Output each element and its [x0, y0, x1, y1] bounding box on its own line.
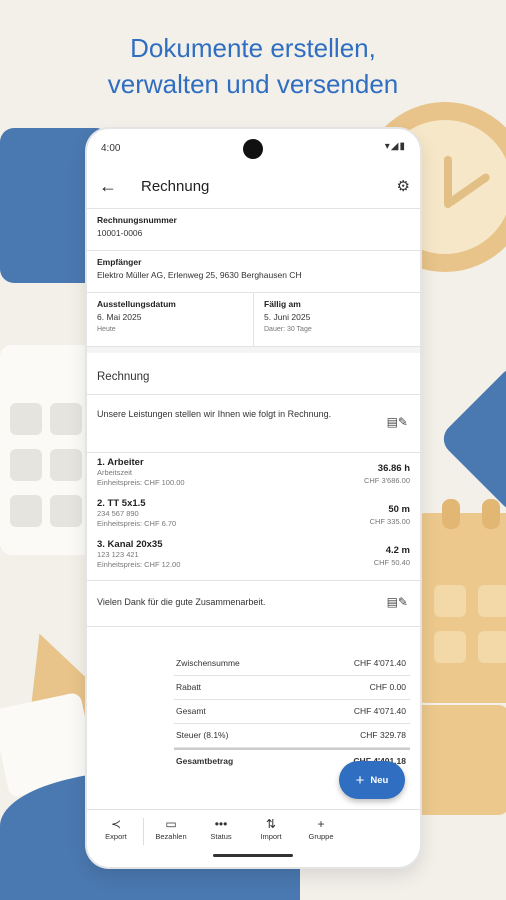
total-label: Rabatt	[176, 682, 202, 692]
item-detail: 123 123 421	[97, 550, 139, 559]
invoice-number-value: 10001-0006	[97, 228, 143, 238]
item-name: 3. Kanal 20x35	[97, 539, 163, 550]
item-quantity: 4.2 m	[385, 545, 410, 556]
gear-icon[interactable]: ⚙	[397, 177, 410, 195]
item-unit-price: Einheitspreis: CHF 6.70	[97, 519, 177, 528]
list-item[interactable]: 1. Arbeiter Arbeitszeit Einheitspreis: C…	[97, 457, 410, 498]
text-edit-icon[interactable]: ▤✎	[387, 415, 408, 430]
tab-status[interactable]: ••• Status	[196, 810, 246, 853]
item-name: 2. TT 5x1.5	[97, 498, 146, 509]
text-edit-icon[interactable]: ▤✎	[387, 595, 408, 609]
status-bar: 4:00 ▾◢▮	[87, 129, 420, 167]
headline-line1: Dokumente erstellen,	[130, 33, 376, 63]
tab-label: Import	[260, 832, 282, 841]
more-icon: •••	[214, 817, 228, 831]
card-icon: ▭	[165, 817, 177, 831]
section-title[interactable]: Rechnung	[87, 347, 420, 395]
import-icon: ⇅	[265, 817, 277, 831]
total-label: Steuer (8.1%)	[176, 730, 229, 740]
decor-blue-diamond	[437, 361, 506, 517]
table-row: Gesamt CHF 4'071.40	[174, 700, 410, 724]
total-value: CHF 4'071.40	[353, 706, 406, 716]
item-quantity: 36.86 h	[377, 463, 410, 474]
intro-text-block[interactable]: Unsere Leistungen stellen wir Ihnen wie …	[87, 395, 420, 453]
camera-cutout	[243, 139, 263, 159]
total-value: CHF 0.00	[369, 682, 406, 692]
issue-date-value: 6. Mai 2025	[97, 312, 142, 322]
item-unit-price: Einheitspreis: CHF 12.00	[97, 560, 181, 569]
decor-gold-calendar	[412, 499, 506, 703]
toolbar-divider	[143, 818, 144, 845]
tab-group[interactable]: + Gruppe	[296, 810, 346, 853]
tab-label: Export	[105, 832, 127, 841]
total-value: CHF 4'071.40	[353, 658, 406, 668]
recipient-label: Empfänger	[97, 257, 142, 267]
totals-table: Zwischensumme CHF 4'071.40 Rabatt CHF 0.…	[174, 652, 410, 772]
item-price: CHF 335.00	[369, 517, 410, 526]
due-date-sub: Dauer: 30 Tage	[264, 326, 312, 333]
share-icon: ≺	[110, 817, 122, 831]
plus-icon: +	[317, 817, 325, 831]
issue-date-label: Ausstellungsdatum	[97, 299, 176, 309]
headline-line2: verwalten und versenden	[107, 69, 399, 99]
decor-calendar	[0, 345, 100, 555]
issue-date-field[interactable]: Ausstellungsdatum 6. Mai 2025 Heute	[87, 293, 253, 346]
item-quantity: 50 m	[388, 504, 410, 515]
plus-icon: +	[355, 771, 365, 789]
table-row: Zwischensumme CHF 4'071.40	[174, 652, 410, 676]
recipient-value: Elektro Müller AG, Erlenweg 25, 9630 Ber…	[97, 270, 302, 280]
app-bar: ← Rechnung ⚙	[87, 167, 420, 209]
list-item[interactable]: 3. Kanal 20x35 123 123 421 Einheitspreis…	[97, 539, 410, 580]
total-label: Gesamtbetrag	[176, 756, 234, 766]
tab-import[interactable]: ⇅ Import	[246, 810, 296, 853]
item-detail: Arbeitszeit	[97, 468, 133, 477]
issue-date-sub: Heute	[97, 326, 116, 333]
item-price: CHF 50.40	[373, 558, 410, 567]
bottom-toolbar: ≺ Export ▭ Bezahlen ••• Status ⇅ Import …	[87, 809, 420, 853]
total-label: Zwischensumme	[176, 658, 240, 668]
status-time: 4:00	[101, 143, 121, 154]
invoice-number-label: Rechnungsnummer	[97, 215, 177, 225]
status-icons: ▾◢▮	[384, 141, 406, 152]
due-date-field[interactable]: Fällig am 5. Juni 2025 Dauer: 30 Tage	[253, 293, 420, 346]
due-date-value: 5. Juni 2025	[264, 312, 311, 322]
arrow-left-icon[interactable]: ←	[99, 176, 117, 197]
tab-export[interactable]: ≺ Export	[91, 810, 141, 853]
item-price: CHF 3'686.00	[363, 476, 410, 485]
headline: Dokumente erstellen, verwalten und verse…	[0, 30, 506, 102]
total-label: Gesamt	[176, 706, 206, 716]
line-items: 1. Arbeiter Arbeitszeit Einheitspreis: C…	[87, 453, 420, 581]
item-detail: 234 567 890	[97, 509, 139, 518]
tab-pay[interactable]: ▭ Bezahlen	[146, 810, 196, 853]
home-indicator	[213, 854, 293, 857]
intro-text: Unsere Leistungen stellen wir Ihnen wie …	[97, 409, 332, 419]
list-item[interactable]: 2. TT 5x1.5 234 567 890 Einheitspreis: C…	[97, 498, 410, 539]
table-row: Rabatt CHF 0.00	[174, 676, 410, 700]
item-unit-price: Einheitspreis: CHF 100.00	[97, 478, 185, 487]
tab-label: Status	[210, 832, 232, 841]
due-date-label: Fällig am	[264, 299, 301, 309]
closing-text-block[interactable]: Vielen Dank für die gute Zusammenarbeit.…	[87, 581, 420, 627]
tab-label: Gruppe	[308, 832, 334, 841]
phone-screen: 4:00 ▾◢▮ ← Rechnung ⚙ Rechnungsnummer 10…	[87, 129, 420, 867]
table-row: Steuer (8.1%) CHF 329.78	[174, 724, 410, 748]
date-row: Ausstellungsdatum 6. Mai 2025 Heute Fäll…	[87, 293, 420, 347]
closing-text: Vielen Dank für die gute Zusammenarbeit.	[97, 597, 266, 607]
tab-label: Bezahlen	[155, 832, 187, 841]
recipient-field[interactable]: Empfänger Elektro Müller AG, Erlenweg 25…	[87, 251, 420, 293]
invoice-number-field[interactable]: Rechnungsnummer 10001-0006	[87, 209, 420, 251]
page-title: Rechnung	[141, 178, 210, 195]
item-name: 1. Arbeiter	[97, 457, 144, 468]
total-value: CHF 329.78	[360, 730, 406, 740]
new-button-label: Neu	[370, 774, 389, 786]
new-button[interactable]: + Neu	[339, 761, 405, 799]
